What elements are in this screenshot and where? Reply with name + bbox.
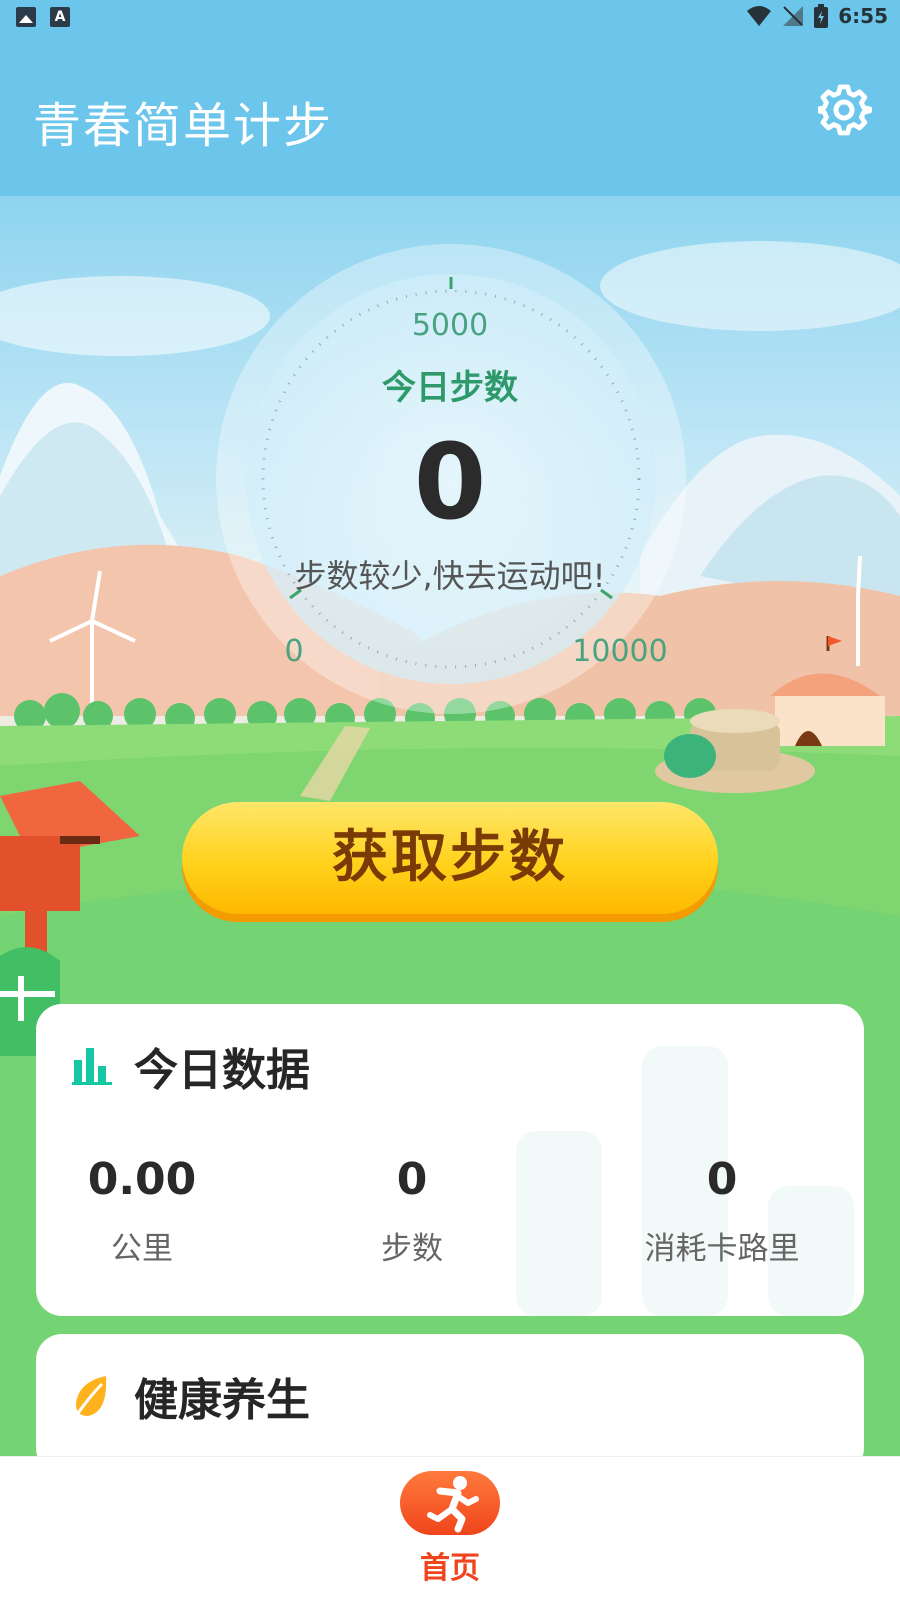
- status-left: A: [16, 7, 70, 27]
- stat-distance: 0.00 公里: [82, 1154, 202, 1268]
- app-title: 青春简单计步: [33, 98, 334, 154]
- stat-steps-label: 步数: [381, 1231, 443, 1267]
- stat-calories: 0 消耗卡路里: [632, 1154, 812, 1268]
- dial-max-label: 10000: [572, 634, 668, 669]
- today-data-title: 今日数据: [134, 1045, 310, 1096]
- nav-home-label: 首页: [420, 1551, 480, 1586]
- app-header: 青春简单计步: [0, 36, 900, 196]
- wifi-icon: [747, 6, 772, 26]
- today-step-count: 0: [413, 421, 487, 543]
- stat-steps-value: 0: [396, 1154, 428, 1205]
- status-right: 6:55: [746, 4, 888, 28]
- today-data-header: 今日数据: [72, 1034, 310, 1098]
- health-title: 健康养生: [134, 1375, 310, 1426]
- text-notification-icon: A: [50, 7, 70, 27]
- leaf-icon: [74, 1376, 107, 1417]
- dial-goal-label: 5000: [411, 308, 489, 343]
- nav-home-pill: [400, 1471, 500, 1535]
- health-header: 健康养生: [72, 1364, 310, 1428]
- stat-calories-label: 消耗卡路里: [644, 1231, 800, 1267]
- battery-icon: [814, 4, 829, 28]
- nav-home-tab[interactable]: 首页: [400, 1471, 500, 1587]
- status-bar: A 6:55: [0, 0, 900, 36]
- gear-icon[interactable]: [818, 84, 872, 138]
- stat-distance-value: 0.00: [87, 1154, 197, 1205]
- dial-tip: 步数较少,快去运动吧!: [294, 557, 606, 595]
- stat-steps: 0 步数: [362, 1154, 462, 1268]
- dial-title: 今日步数: [382, 368, 518, 408]
- get-steps-button[interactable]: 获取步数: [182, 802, 718, 914]
- dial-min-label: 0: [284, 634, 304, 669]
- status-time: 6:55: [838, 4, 888, 28]
- bar-chart-icon: [72, 1048, 112, 1085]
- health-card[interactable]: 健康养生: [36, 1334, 864, 1474]
- stat-calories-value: 0: [706, 1154, 738, 1205]
- today-data-card: 今日数据 0.00 公里 0 步数 0 消耗卡路里: [36, 1004, 864, 1316]
- running-man-icon: [427, 1476, 479, 1533]
- image-notification-icon: [16, 7, 36, 27]
- stat-distance-label: 公里: [111, 1231, 173, 1267]
- no-signal-icon: [783, 6, 804, 26]
- bottom-nav: 首页: [0, 1456, 900, 1601]
